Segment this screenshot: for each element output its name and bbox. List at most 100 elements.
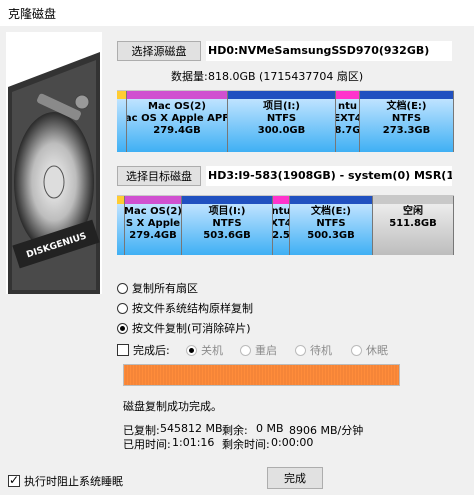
partition-line1: 空闲 [403,206,423,217]
partition-line1: Mac OS(2) [125,206,182,217]
partition-label: 文档(E:) NTFS 500.3GB [290,206,372,242]
partition-label: ntuXT42.5 [273,206,290,242]
option-label: 按文件复制(可消除碎片) [132,322,251,335]
remaining-value: 0 MB [256,422,284,435]
select-source-disk-button[interactable]: 选择源磁盘 [117,41,201,61]
partition-label: 项目(I:) NTFS 503.6GB [182,206,272,242]
partition-line2: S X Apple [125,218,181,229]
radio-button[interactable] [117,302,128,314]
target-partition[interactable]: 文档(E:) NTFS 500.3GB [290,196,373,255]
target-partition[interactable]: ntuXT42.5 [273,196,290,255]
partition-type-strip [117,91,126,99]
select-target-disk-button[interactable]: 选择目标磁盘 [117,166,201,186]
copy-progress-bar [123,364,400,386]
source-partition[interactable]: 项目(I:) NTFS 300.0GB [228,91,336,152]
partition-type-strip [373,196,453,204]
progress-fill [124,365,399,385]
partition-type-strip [127,91,227,99]
after-option-hibernate[interactable]: 休眠 [351,342,388,358]
partition-line1: 文档(E:) [386,101,427,112]
radio-button[interactable] [117,322,128,334]
partition-line2: ac OS X Apple APF [127,113,228,124]
partition-type-strip [360,91,453,99]
partition-type-strip [273,196,289,204]
option-label: 重启 [255,344,277,357]
partition-line3: 279.4GB [129,230,177,241]
hard-disk-icon: DISKGENIUS [8,52,100,294]
prevent-sleep-checkbox[interactable]: 执行时阻止系统睡眠 [8,473,123,489]
hdd-illustration: DISKGENIUS [6,32,102,294]
data-size-label: 数据量: [171,70,208,83]
radio-button[interactable] [117,282,128,294]
partition-type-strip [290,196,372,204]
option-label: 按文件系统结构原样复制 [132,302,253,315]
radio-button[interactable] [351,344,362,356]
partition-label: Mac OS(2) ac OS X Apple APF 279.4GB [127,101,228,137]
partition-line1: ntu [273,206,290,217]
option-copy-fs-structure[interactable]: 按文件系统结构原样复制 [117,300,253,316]
option-copy-all-sectors[interactable]: 复制所有扇区 [117,280,198,296]
partition-usage-fill [117,99,126,152]
partition-line3: 503.6GB [203,230,251,241]
partition-line3: 2.5 [273,230,290,241]
target-disk-map[interactable]: Mac OS(2) S X Apple 279.4GB 项目(I:) NTFS 503.6… [117,195,454,255]
partition-line1: Mac OS(2) [148,101,206,112]
option-label: 待机 [310,344,332,357]
partition-line2: NTFS [316,218,346,229]
option-label: 休眠 [366,344,388,357]
partition-line1: 文档(E:) [311,206,351,217]
after-option-shutdown[interactable]: 关机 [186,342,223,358]
target-partition[interactable]: Mac OS(2) S X Apple 279.4GB [125,196,182,255]
remaining-time-value: 0:00:00 [271,436,314,449]
partition-line2: NTFS [212,218,242,229]
after-option-standby[interactable]: 待机 [295,342,332,358]
partition-line2: EXT4 [336,113,359,124]
partition-type-strip [125,196,181,204]
checkbox[interactable] [117,344,129,356]
partition-line1: 项目(I:) [263,101,300,112]
source-partition[interactable]: Mac OS(2) ac OS X Apple APF 279.4GB [127,91,228,152]
partition-line1: 项目(I:) [208,206,246,217]
partition-label: 空闲 511.8GB [373,206,453,230]
partition-type-strip [182,196,272,204]
radio-button[interactable] [295,344,306,356]
option-label: 复制所有扇区 [132,282,198,295]
dialog-body: DISKGENIUS 选择源磁盘 HD0:NVMeSamsungSSD970(9… [0,26,474,495]
source-partition[interactable] [117,91,127,152]
option-label: 关机 [201,344,223,357]
done-button[interactable]: 完成 [267,467,323,489]
window-title: 克隆磁盘 [8,7,57,21]
partition-line1: ntu [337,101,358,112]
after-completion-checkbox[interactable]: 完成后: [117,342,170,358]
source-partition[interactable]: ntuEXT48.7G [336,91,360,152]
source-partition[interactable]: 文档(E:) NTFS 273.3GB [360,91,454,152]
partition-label: Mac OS(2) S X Apple 279.4GB [125,206,182,242]
partition-line3: 500.3GB [307,230,355,241]
remaining-time-label: 剩余时间: [222,438,270,451]
checkbox[interactable] [8,473,20,487]
after-option-restart[interactable]: 重启 [240,342,277,358]
target-partition[interactable]: 项目(I:) NTFS 503.6GB [182,196,273,255]
data-size-value: 818.0GB (1715437704 扇区) [208,70,364,83]
radio-button[interactable] [186,344,197,356]
copied-value: 545812 MB [160,422,223,435]
source-disk-map[interactable]: Mac OS(2) ac OS X Apple APF 279.4GB 项目(I:) N… [117,90,454,152]
elapsed-time-label: 已用时间: [123,438,171,451]
partition-line3: 279.4GB [153,125,201,136]
elapsed-time-value: 1:01:16 [172,436,215,449]
after-completion-label: 完成后: [133,344,170,357]
partition-label: 项目(I:) NTFS 300.0GB [228,101,335,137]
partition-label: ntuEXT48.7G [336,101,359,137]
radio-button[interactable] [240,344,251,356]
target-disk-name: HD3:I9-583(1908GB) - system(0) MSR(1) No… [206,166,452,186]
source-disk-name: HD0:NVMeSamsungSSD970(932GB) [206,41,452,61]
option-copy-by-file[interactable]: 按文件复制(可消除碎片) [117,320,251,336]
partition-line3: 300.0GB [257,125,306,136]
partition-line2: XT4 [273,218,289,229]
target-partition[interactable] [117,196,125,255]
partition-label: 文档(E:) NTFS 273.3GB [360,101,453,137]
target-partition[interactable]: 空闲 511.8GB [373,196,454,255]
partition-usage-fill [117,204,124,255]
partition-type-strip [117,196,124,204]
status-message: 磁盘复制成功完成。 [123,400,222,413]
